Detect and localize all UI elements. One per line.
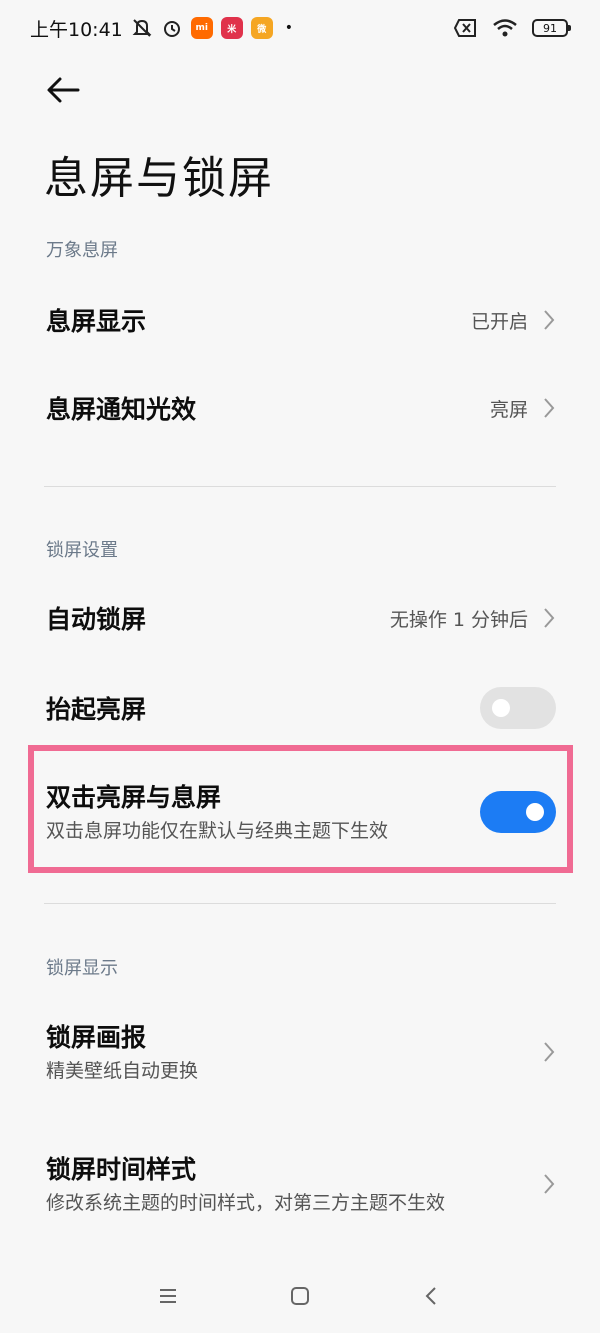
more-dot-icon: • <box>284 20 294 36</box>
weibo-app-icon: 微 <box>250 17 273 39</box>
navigation-bar <box>0 1270 600 1322</box>
aod-notify-row[interactable]: 息屏通知光效 亮屏 <box>0 384 600 432</box>
raise-to-wake-title: 抬起亮屏 <box>46 695 147 724</box>
clock-style-subtitle: 修改系统主题的时间样式，对第三方主题不生效 <box>46 1192 446 1214</box>
clock-style-row[interactable]: 锁屏时间样式 修改系统主题的时间样式，对第三方主题不生效 <box>0 1136 600 1232</box>
raise-to-wake-toggle[interactable] <box>480 687 556 729</box>
menu-icon[interactable] <box>157 1285 179 1307</box>
section-header-aod: 万象息屏 <box>46 240 118 261</box>
battery-level: 91 <box>543 21 557 35</box>
section-header-lock-display: 锁屏显示 <box>46 958 118 979</box>
aod-display-row[interactable]: 息屏显示 已开启 <box>0 296 600 344</box>
status-time: 上午10:41 <box>30 18 123 41</box>
battery-indicator: 91 <box>532 19 571 37</box>
chevron-right-icon <box>544 608 555 628</box>
chevron-right-icon <box>544 310 555 330</box>
chevron-right-icon <box>544 398 555 418</box>
wifi-icon <box>493 19 517 37</box>
chevron-right-icon <box>544 1042 555 1062</box>
highlight-annotation <box>28 745 573 873</box>
divider <box>44 486 556 487</box>
divider <box>44 903 556 904</box>
auto-lock-value: 无操作 1 分钟后 <box>389 608 528 631</box>
back-button[interactable] <box>44 70 84 110</box>
aod-display-title: 息屏显示 <box>46 307 147 336</box>
youpin-app-icon: 米 <box>220 17 243 39</box>
mute-icon <box>132 19 152 37</box>
aod-notify-title: 息屏通知光效 <box>46 395 197 424</box>
home-icon[interactable] <box>289 1285 311 1307</box>
auto-lock-title: 自动锁屏 <box>46 605 147 634</box>
toggle-knob <box>492 699 510 717</box>
mi-app-icon: mi <box>190 17 213 39</box>
status-bar: 上午10:41 mi 米 微 • 91 <box>0 0 600 56</box>
aod-display-value: 已开启 <box>470 310 528 333</box>
sim-off-icon <box>454 19 476 37</box>
section-header-lock: 锁屏设置 <box>46 540 118 561</box>
arrow-left-icon <box>47 77 80 103</box>
wallpaper-carousel-subtitle: 精美壁纸自动更换 <box>46 1060 199 1082</box>
aod-notify-value: 亮屏 <box>489 398 528 421</box>
alarm-icon <box>163 21 180 37</box>
back-nav-icon[interactable] <box>421 1285 443 1307</box>
page-title: 息屏与锁屏 <box>44 153 274 204</box>
wallpaper-carousel-title: 锁屏画报 <box>46 1023 147 1052</box>
chevron-right-icon <box>544 1174 555 1194</box>
raise-to-wake-row: 抬起亮屏 <box>0 684 600 732</box>
clock-style-title: 锁屏时间样式 <box>46 1155 197 1184</box>
auto-lock-row[interactable]: 自动锁屏 无操作 1 分钟后 <box>0 594 600 642</box>
wallpaper-carousel-row[interactable]: 锁屏画报 精美壁纸自动更换 <box>0 1016 600 1088</box>
